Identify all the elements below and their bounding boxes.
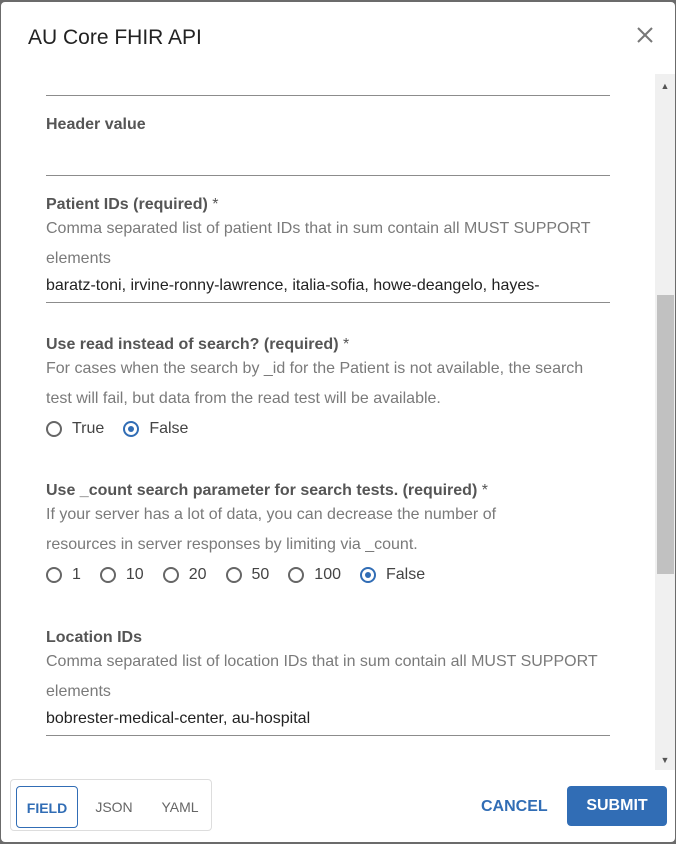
radio-circle-icon [99,567,116,583]
radio-count-1[interactable]: 1 [46,566,81,584]
header-value-field: Header value [46,116,610,176]
radio-count-20[interactable]: 20 [162,566,207,584]
radio-label: 20 [188,566,207,583]
radio-label: 100 [314,566,341,583]
submit-button[interactable]: SUBMIT [567,786,667,826]
radio-circle-icon [288,567,305,583]
location-ids-input[interactable]: bobrester-medical-center, au-hospital [46,707,610,736]
scrollbar[interactable]: ▲ ▼ [655,74,675,770]
scrollbar-thumb[interactable] [657,295,674,574]
radio-selected-icon [360,567,376,583]
header-value-input[interactable] [46,147,610,176]
radio-count-false[interactable]: False [360,566,425,584]
cancel-button[interactable]: CANCEL [473,789,556,825]
use-read-radio-group: True False [46,420,610,438]
patient-ids-field: Patient IDs (required) * Comma separated… [46,196,610,303]
radio-false[interactable]: False [123,420,188,438]
tab-field[interactable]: FIELD [16,786,78,828]
radio-count-50[interactable]: 50 [225,566,270,584]
required-mark: * [481,482,488,499]
radio-circle-icon [225,567,242,583]
radio-count-100[interactable]: 100 [288,566,341,584]
radio-label: 50 [251,566,270,583]
patient-ids-input[interactable]: baratz-toni, irvine-ronny-lawrence, ital… [46,274,610,303]
radio-selected-icon [123,421,140,437]
form-scroll-area: Header value Patient IDs (required) * Co… [1,74,655,770]
use-count-description: If your server has a lot of data, you ca… [46,506,497,553]
radio-label: False [149,420,189,437]
radio-true[interactable]: True [46,420,104,438]
use-count-label: Use _count search parameter for search t… [46,482,478,499]
location-ids-field: Location IDs Comma separated list of loc… [46,629,610,736]
header-value-label: Header value [46,116,146,133]
radio-count-10[interactable]: 10 [99,566,144,584]
radio-circle-icon [46,567,62,583]
use-read-field: Use read instead of search? (required) *… [46,336,610,438]
radio-label: 10 [125,566,144,583]
radio-label: True [72,420,105,437]
location-ids-label: Location IDs [46,629,143,646]
dialog-title: AU Core FHIR API [28,26,202,49]
use-read-label: Use read instead of search? (required) [46,336,339,353]
scroll-up-arrow-icon[interactable]: ▲ [655,76,675,96]
required-mark: * [212,196,219,213]
patient-ids-label: Patient IDs (required) [46,196,208,213]
patient-ids-description: Comma separated list of patient IDs that… [46,220,591,267]
close-icon [637,27,653,43]
dialog: AU Core FHIR API Header value Patient ID… [1,2,675,842]
scroll-down-arrow-icon[interactable]: ▼ [655,750,675,770]
tab-yaml[interactable]: YAML [151,786,209,828]
tab-json[interactable]: JSON [87,786,141,828]
radio-label: 1 [72,566,81,583]
close-button[interactable] [632,22,658,48]
header-name-input[interactable] [46,74,610,96]
use-read-description: For cases when the search by _id for the… [46,360,584,407]
location-ids-description: Comma separated list of location IDs tha… [46,653,598,700]
use-count-field: Use _count search parameter for search t… [46,482,610,584]
radio-label: False [386,566,426,583]
header-name-field[interactable] [46,74,610,96]
required-mark: * [342,336,350,353]
use-count-radio-group: 1 10 20 50 100 False [46,566,610,584]
radio-circle-icon [162,567,179,583]
input-mode-toggle: FIELD JSON YAML [10,779,212,831]
radio-circle-icon [46,421,62,437]
